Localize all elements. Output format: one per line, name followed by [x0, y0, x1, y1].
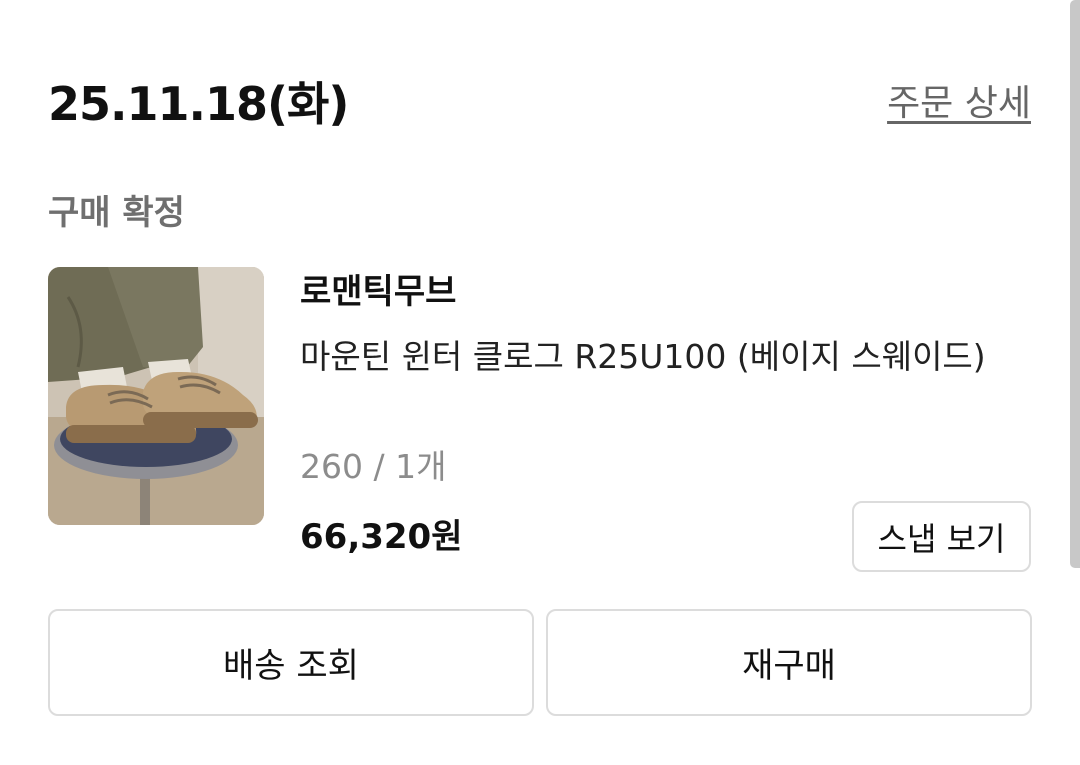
snap-view-button[interactable]: 스냅 보기 [852, 501, 1031, 572]
brand-name[interactable]: 로맨틱무브 [300, 268, 456, 316]
order-date: 25.11.18(화) [48, 77, 349, 131]
rebuy-button[interactable]: 재구매 [546, 609, 1032, 716]
order-detail-link[interactable]: 주문 상세 [887, 80, 1031, 128]
scrollbar[interactable] [1070, 0, 1080, 568]
product-price: 66,320원 [300, 517, 463, 557]
order-status: 구매 확정 [48, 193, 185, 233]
order-card: 25.11.18(화) 주문 상세 구매 확정 로맨틱무브 마운틴 윈터 클로그… [0, 0, 1080, 765]
product-option: 260 / 1개 [300, 447, 447, 486]
product-image[interactable] [48, 267, 264, 525]
product-photo-icon [48, 267, 264, 525]
product-name[interactable]: 마운틴 윈터 클로그 R25U100 (베이지 스웨이드) [300, 330, 1020, 383]
track-delivery-button[interactable]: 배송 조회 [48, 609, 534, 716]
